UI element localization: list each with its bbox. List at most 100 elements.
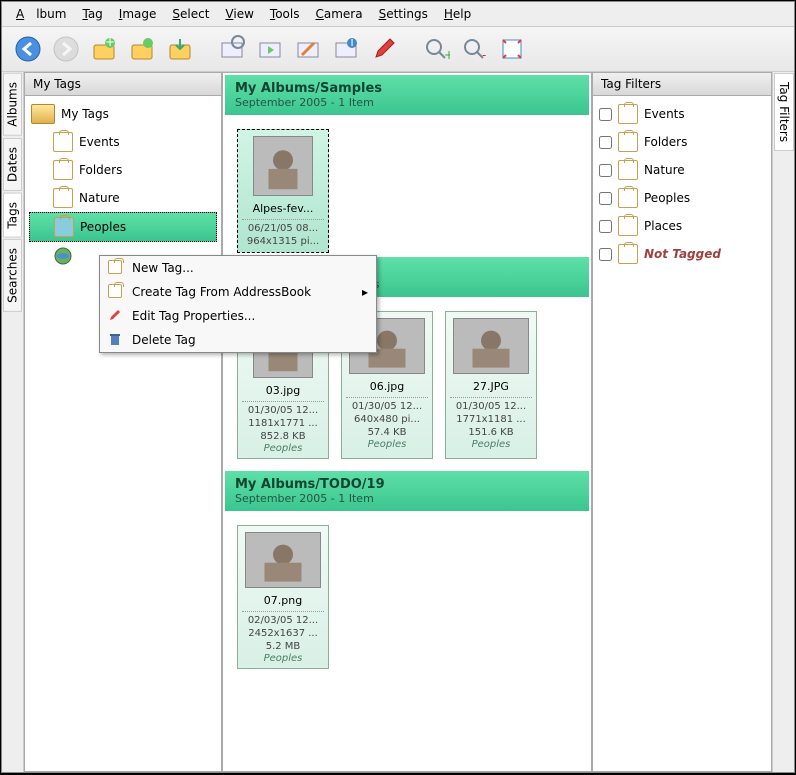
view-image-button[interactable] <box>216 33 248 65</box>
svg-text:-: - <box>482 48 486 62</box>
thumb-tag: Peoples <box>346 439 428 450</box>
menu-tools[interactable]: Tools <box>264 5 306 23</box>
pencil-button[interactable] <box>368 33 400 65</box>
submenu-arrow-icon: ▸ <box>362 285 368 299</box>
filter-checkbox[interactable] <box>599 108 612 121</box>
image-edit-button[interactable] <box>292 33 324 65</box>
tag-icon <box>618 216 638 236</box>
thumb-name: 03.jpg <box>242 382 324 399</box>
tag-icon <box>618 188 638 208</box>
forward-button[interactable] <box>50 33 82 65</box>
vtab-tag-filters[interactable]: Tag Filters <box>774 73 794 151</box>
thumbnail-row: 07.png 02/03/05 12...2452x1637 ...5.2 MBP… <box>225 513 589 681</box>
thumb-meta: 06/21/05 08...964x1315 pi... <box>242 219 324 248</box>
filter-folders[interactable]: Folders <box>597 128 767 156</box>
menu-image[interactable]: Image <box>113 5 163 23</box>
fullscreen-button[interactable] <box>496 33 528 65</box>
thumbnail[interactable]: 27.JPG 01/30/05 12...1771x1181 ...151.6 K… <box>445 311 537 459</box>
filter-events[interactable]: Events <box>597 100 767 128</box>
thumbnail-image <box>253 136 313 196</box>
tree-item-peoples[interactable]: Peoples <box>29 212 217 242</box>
edit-album-button[interactable] <box>126 33 158 65</box>
thumb-meta: 01/30/05 12...640x480 pi...57.4 KB <box>346 397 428 439</box>
ctx-new-tag[interactable]: New Tag... <box>100 256 376 280</box>
filter-checkbox[interactable] <box>599 136 612 149</box>
tags-panel-title: My Tags <box>25 73 221 96</box>
thumbnail[interactable]: 07.png 02/03/05 12...2452x1637 ...5.2 MBP… <box>237 525 329 669</box>
filter-checkbox[interactable] <box>599 248 612 261</box>
menu-camera[interactable]: Camera <box>309 5 368 23</box>
album-subtitle: September 2005 - 1 Item <box>235 96 579 109</box>
tree-item-nature[interactable]: Nature <box>29 184 217 212</box>
import-button[interactable] <box>164 33 196 65</box>
tag-filters-title: Tag Filters <box>593 73 771 96</box>
album-title: My Albums/TODO/19 <box>235 477 579 492</box>
tag-icon <box>53 160 73 180</box>
menu-view[interactable]: View <box>219 5 259 23</box>
toolbar: + i + - <box>2 27 794 72</box>
vtab-tags[interactable]: Tags <box>3 193 22 238</box>
image-info-button[interactable]: i <box>330 33 362 65</box>
tag-icon <box>108 260 124 276</box>
right-vertical-tabs: Tag Filters <box>772 72 794 772</box>
thumbnail-row: Alpes-fev... 06/21/05 08...964x1315 pi... <box>225 117 589 265</box>
filter-nature[interactable]: Nature <box>597 156 767 184</box>
vtab-dates[interactable]: Dates <box>3 138 22 191</box>
tree-root[interactable]: My Tags <box>29 100 217 128</box>
thumbnail-image <box>245 532 321 588</box>
ctx-delete-tag[interactable]: Delete Tag <box>100 328 376 352</box>
ctx-create-from-addressbook[interactable]: Create Tag From AddressBook ▸ <box>100 280 376 304</box>
thumbnail-image <box>453 318 529 374</box>
filter-peoples[interactable]: Peoples <box>597 184 767 212</box>
svg-text:+: + <box>444 48 450 62</box>
menu-album[interactable]: Album <box>10 5 72 23</box>
menu-settings[interactable]: Settings <box>373 5 434 23</box>
filter-nottagged[interactable]: Not Tagged <box>597 240 767 268</box>
folder-icon <box>31 104 55 124</box>
svg-text:i: i <box>350 35 353 49</box>
thumb-meta: 01/30/05 12...1181x1771 ...852.8 KB <box>242 401 324 443</box>
zoom-out-button[interactable]: - <box>458 33 490 65</box>
vtab-albums[interactable]: Albums <box>3 73 22 136</box>
left-vertical-tabs: Albums Dates Tags Searches <box>2 72 24 772</box>
thumb-meta: 01/30/05 12...1771x1181 ...151.6 KB <box>450 397 532 439</box>
ctx-edit-tag[interactable]: Edit Tag Properties... <box>100 304 376 328</box>
album-title: My Albums/Samples <box>235 81 579 96</box>
filter-checkbox[interactable] <box>599 164 612 177</box>
pencil-icon <box>108 308 124 324</box>
globe-icon <box>53 246 73 266</box>
filter-places[interactable]: Places <box>597 212 767 240</box>
tag-icon <box>618 132 638 152</box>
menu-select[interactable]: Select <box>166 5 215 23</box>
menu-help[interactable]: Help <box>438 5 477 23</box>
vtab-searches[interactable]: Searches <box>3 239 22 312</box>
menu-tag[interactable]: Tag <box>76 5 108 23</box>
thumb-name: 06.jpg <box>346 378 428 395</box>
thumb-name: Alpes-fev... <box>242 200 324 217</box>
thumb-tag: Peoples <box>450 439 532 450</box>
thumb-name: 27.JPG <box>450 378 532 395</box>
zoom-in-button[interactable]: + <box>420 33 452 65</box>
tag-icon <box>108 284 124 300</box>
tree-item-folders[interactable]: Folders <box>29 156 217 184</box>
tag-icon <box>618 160 638 180</box>
filter-checkbox[interactable] <box>599 220 612 233</box>
thumb-meta: 02/03/05 12...2452x1637 ...5.2 MB <box>242 611 324 653</box>
thumb-tag: Peoples <box>242 653 324 664</box>
new-album-button[interactable]: + <box>88 33 120 65</box>
thumbnail-area[interactable]: My Albums/SamplesSeptember 2005 - 1 Item… <box>222 72 592 772</box>
album-header: My Albums/TODO/19September 2005 - 1 Item <box>225 471 589 511</box>
slideshow-button[interactable] <box>254 33 286 65</box>
tree-item-events[interactable]: Events <box>29 128 217 156</box>
filter-list: Events Folders Nature Peoples Places Not… <box>593 96 771 771</box>
tag-icon <box>618 104 638 124</box>
filter-checkbox[interactable] <box>599 192 612 205</box>
thumb-name: 07.png <box>242 592 324 609</box>
back-button[interactable] <box>12 33 44 65</box>
tag-icon <box>54 217 74 237</box>
album-header: My Albums/SamplesSeptember 2005 - 1 Item <box>225 75 589 115</box>
thumb-tag: Peoples <box>242 443 324 454</box>
thumbnail[interactable]: Alpes-fev... 06/21/05 08...964x1315 pi... <box>237 129 329 253</box>
tag-context-menu: New Tag... Create Tag From AddressBook ▸… <box>99 255 377 353</box>
tags-tree[interactable]: My Tags Events Folders Nature Peoples <box>25 96 221 771</box>
